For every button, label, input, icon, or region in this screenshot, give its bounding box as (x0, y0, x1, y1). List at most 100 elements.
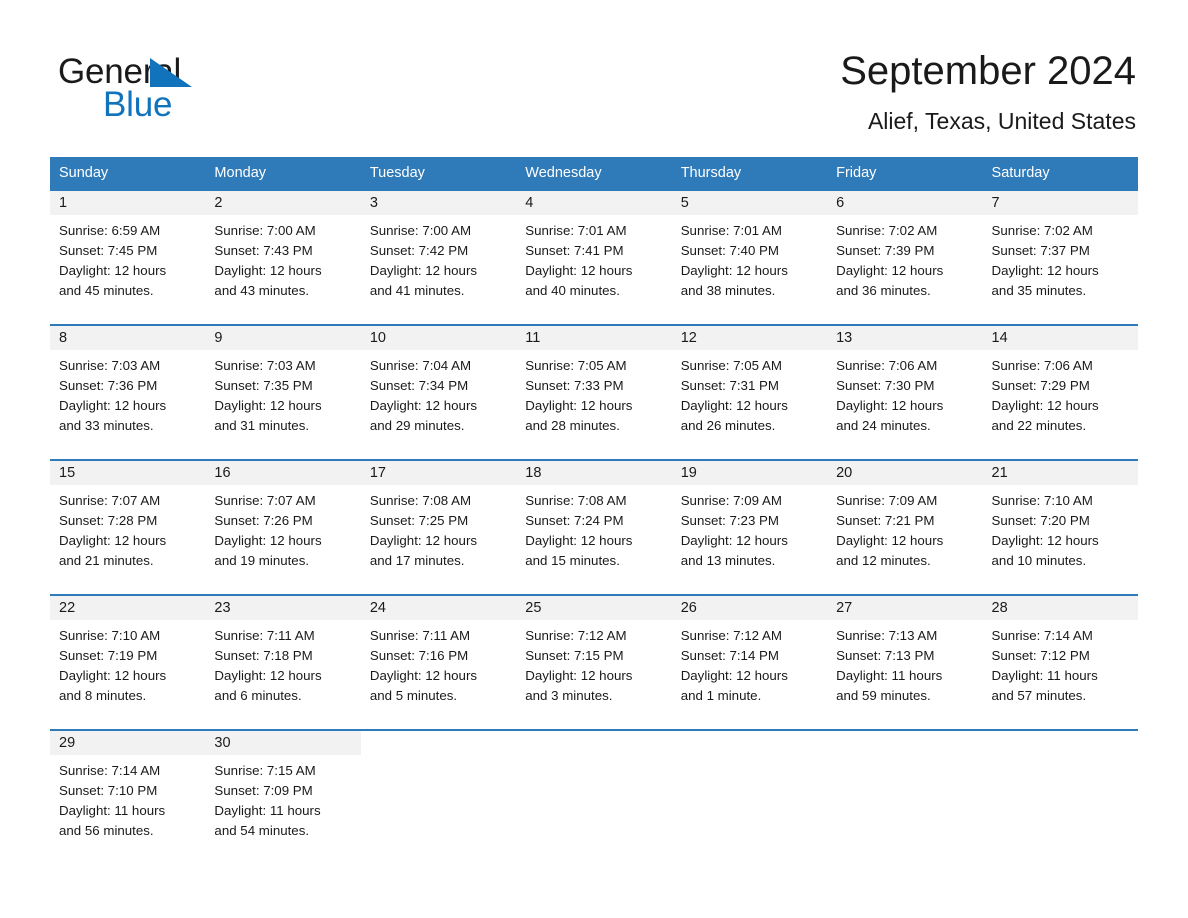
day-number-band: 14 (982, 326, 1138, 350)
daylight-text-line1: Daylight: 12 hours (214, 533, 322, 548)
sunrise-text: Sunrise: 7:00 AM (214, 223, 316, 238)
sunset-text: Sunset: 7:25 PM (369, 513, 469, 528)
generalblue-logo[interactable]: General Blue (58, 52, 298, 126)
day-cell[interactable]: 4 Sunrise: 7:01 AM Sunset: 7:41 PM Dayli… (516, 191, 672, 324)
sunrise-text: Sunrise: 7:02 AM (991, 223, 1093, 238)
daylight-text-line2: and 15 minutes. (525, 553, 620, 568)
sunset-text: Sunset: 7:39 PM (836, 243, 935, 258)
day-number-band: 19 (671, 461, 828, 485)
sunrise-text: Sunrise: 7:04 AM (369, 358, 472, 373)
page-title: September 2024 (840, 49, 1136, 93)
day-cell[interactable]: 10 Sunrise: 7:04 AM Sunset: 7:34 PM Dayl… (360, 326, 517, 459)
day-number-band: 24 (360, 596, 517, 620)
day-cell[interactable]: 20 Sunrise: 7:09 AM Sunset: 7:21 PM Dayl… (827, 461, 983, 594)
day-cell[interactable]: 24 Sunrise: 7:11 AM Sunset: 7:16 PM Dayl… (360, 596, 517, 729)
day-cell[interactable]: 28 Sunrise: 7:14 AM Sunset: 7:12 PM Dayl… (982, 596, 1138, 729)
day-cell[interactable]: 16 Sunrise: 7:07 AM Sunset: 7:26 PM Dayl… (205, 461, 361, 594)
day-cell[interactable]: 26 Sunrise: 7:12 AM Sunset: 7:14 PM Dayl… (671, 596, 828, 729)
day-cell[interactable]: 23 Sunrise: 7:11 AM Sunset: 7:18 PM Dayl… (205, 596, 361, 729)
day-cell[interactable]: 1 Sunrise: 6:59 AM Sunset: 7:45 PM Dayli… (50, 191, 206, 324)
daylight-text-line1: Daylight: 12 hours (59, 668, 167, 683)
day-cell[interactable]: 27 Sunrise: 7:13 AM Sunset: 7:13 PM Dayl… (827, 596, 983, 729)
day-cell[interactable]: 11 Sunrise: 7:05 AM Sunset: 7:33 PM Dayl… (516, 326, 672, 459)
sunrise-text: Sunrise: 7:08 AM (369, 493, 472, 508)
daylight-text-line1: Daylight: 12 hours (369, 533, 478, 548)
daylight-text-line1: Daylight: 12 hours (369, 668, 478, 683)
day-cell[interactable]: 30 Sunrise: 7:15 AM Sunset: 7:09 PM Dayl… (205, 731, 361, 864)
daylight-text-line1: Daylight: 12 hours (991, 533, 1099, 548)
logo-text-blue: Blue (103, 85, 173, 124)
day-number-band: 8 (50, 326, 206, 350)
day-cell[interactable]: 2 Sunrise: 7:00 AM Sunset: 7:43 PM Dayli… (205, 191, 361, 324)
day-number-band: 30 (205, 731, 361, 755)
day-cell-empty (360, 731, 517, 864)
daylight-text-line1: Daylight: 12 hours (369, 398, 478, 413)
day-cell[interactable]: 25 Sunrise: 7:12 AM Sunset: 7:15 PM Dayl… (516, 596, 672, 729)
day-cell[interactable]: 15 Sunrise: 7:07 AM Sunset: 7:28 PM Dayl… (50, 461, 206, 594)
daylight-text-line2: and 3 minutes. (525, 688, 613, 703)
daylight-text-line1: Daylight: 12 hours (991, 263, 1099, 278)
daylight-text-line1: Daylight: 12 hours (836, 263, 944, 278)
day-details: Sunrise: 7:15 AM Sunset: 7:09 PM Dayligh… (205, 755, 360, 841)
sunset-text: Sunset: 7:41 PM (525, 243, 624, 258)
daylight-text-line2: and 29 minutes. (369, 418, 465, 433)
day-cell[interactable]: 19 Sunrise: 7:09 AM Sunset: 7:23 PM Dayl… (671, 461, 828, 594)
day-details: Sunrise: 7:11 AM Sunset: 7:16 PM Dayligh… (361, 620, 516, 706)
sunrise-text: Sunrise: 7:14 AM (59, 763, 161, 778)
day-number: 22 (59, 600, 76, 616)
day-cell[interactable]: 7 Sunrise: 7:02 AM Sunset: 7:37 PM Dayli… (982, 191, 1138, 324)
day-details: Sunrise: 7:09 AM Sunset: 7:21 PM Dayligh… (827, 485, 982, 571)
day-number-band: 5 (671, 191, 828, 215)
daylight-text-line2: and 19 minutes. (214, 553, 310, 568)
day-details: Sunrise: 7:01 AM Sunset: 7:41 PM Dayligh… (516, 215, 671, 301)
daylight-text-line2: and 59 minutes. (836, 688, 931, 703)
day-number: 29 (59, 735, 76, 751)
sunrise-text: Sunrise: 7:11 AM (214, 628, 315, 643)
day-cell[interactable]: 18 Sunrise: 7:08 AM Sunset: 7:24 PM Dayl… (516, 461, 672, 594)
day-cell[interactable]: 22 Sunrise: 7:10 AM Sunset: 7:19 PM Dayl… (50, 596, 206, 729)
sunset-text: Sunset: 7:35 PM (214, 378, 313, 393)
day-cell[interactable]: 14 Sunrise: 7:06 AM Sunset: 7:29 PM Dayl… (982, 326, 1138, 459)
day-number: 10 (369, 330, 386, 346)
sunset-text: Sunset: 7:28 PM (59, 513, 158, 528)
daylight-text-line1: Daylight: 12 hours (836, 398, 944, 413)
day-number-band: 20 (827, 461, 983, 485)
day-cell[interactable]: 8 Sunrise: 7:03 AM Sunset: 7:36 PM Dayli… (50, 326, 206, 459)
day-cell[interactable]: 9 Sunrise: 7:03 AM Sunset: 7:35 PM Dayli… (205, 326, 361, 459)
day-cell[interactable]: 29 Sunrise: 7:14 AM Sunset: 7:10 PM Dayl… (50, 731, 206, 864)
day-number: 1 (59, 195, 68, 211)
day-cell[interactable]: 5 Sunrise: 7:01 AM Sunset: 7:40 PM Dayli… (671, 191, 828, 324)
day-number: 19 (680, 465, 697, 481)
day-cell[interactable]: 17 Sunrise: 7:08 AM Sunset: 7:25 PM Dayl… (360, 461, 517, 594)
day-cell[interactable]: 21 Sunrise: 7:10 AM Sunset: 7:20 PM Dayl… (982, 461, 1138, 594)
day-number-band: 28 (982, 596, 1138, 620)
dow-header-saturday: Saturday (991, 165, 1050, 181)
sunset-text: Sunset: 7:40 PM (680, 243, 779, 258)
page-header: General Blue September 2024 Alief, Texas… (0, 0, 1188, 155)
day-details: Sunrise: 7:01 AM Sunset: 7:40 PM Dayligh… (672, 215, 827, 301)
day-number-band: 2 (205, 191, 361, 215)
sunset-text: Sunset: 7:12 PM (991, 648, 1090, 663)
day-details: Sunrise: 7:12 AM Sunset: 7:14 PM Dayligh… (672, 620, 827, 706)
day-cell[interactable]: 6 Sunrise: 7:02 AM Sunset: 7:39 PM Dayli… (827, 191, 983, 324)
week-row: 22 Sunrise: 7:10 AM Sunset: 7:19 PM Dayl… (50, 594, 1138, 729)
daylight-text-line2: and 33 minutes. (59, 418, 154, 433)
day-number-band: 25 (516, 596, 672, 620)
day-cell[interactable]: 12 Sunrise: 7:05 AM Sunset: 7:31 PM Dayl… (671, 326, 828, 459)
day-cell[interactable]: 13 Sunrise: 7:06 AM Sunset: 7:30 PM Dayl… (827, 326, 983, 459)
daylight-text-line1: Daylight: 11 hours (214, 803, 321, 818)
daylight-text-line2: and 36 minutes. (836, 283, 931, 298)
day-number: 16 (214, 465, 231, 481)
day-number: 23 (214, 600, 231, 616)
daylight-text-line1: Daylight: 12 hours (525, 668, 633, 683)
dow-header-tuesday: Tuesday (369, 165, 425, 181)
day-number-band: 3 (360, 191, 517, 215)
sunrise-text: Sunrise: 7:01 AM (680, 223, 782, 238)
daylight-text-line2: and 40 minutes. (525, 283, 620, 298)
daylight-text-line2: and 56 minutes. (59, 823, 154, 838)
sunset-text: Sunset: 7:18 PM (214, 648, 313, 663)
sunrise-text: Sunrise: 7:09 AM (836, 493, 938, 508)
dow-header-monday: Monday (214, 165, 267, 181)
day-cell[interactable]: 3 Sunrise: 7:00 AM Sunset: 7:42 PM Dayli… (360, 191, 517, 324)
sunrise-text: Sunrise: 7:01 AM (525, 223, 627, 238)
